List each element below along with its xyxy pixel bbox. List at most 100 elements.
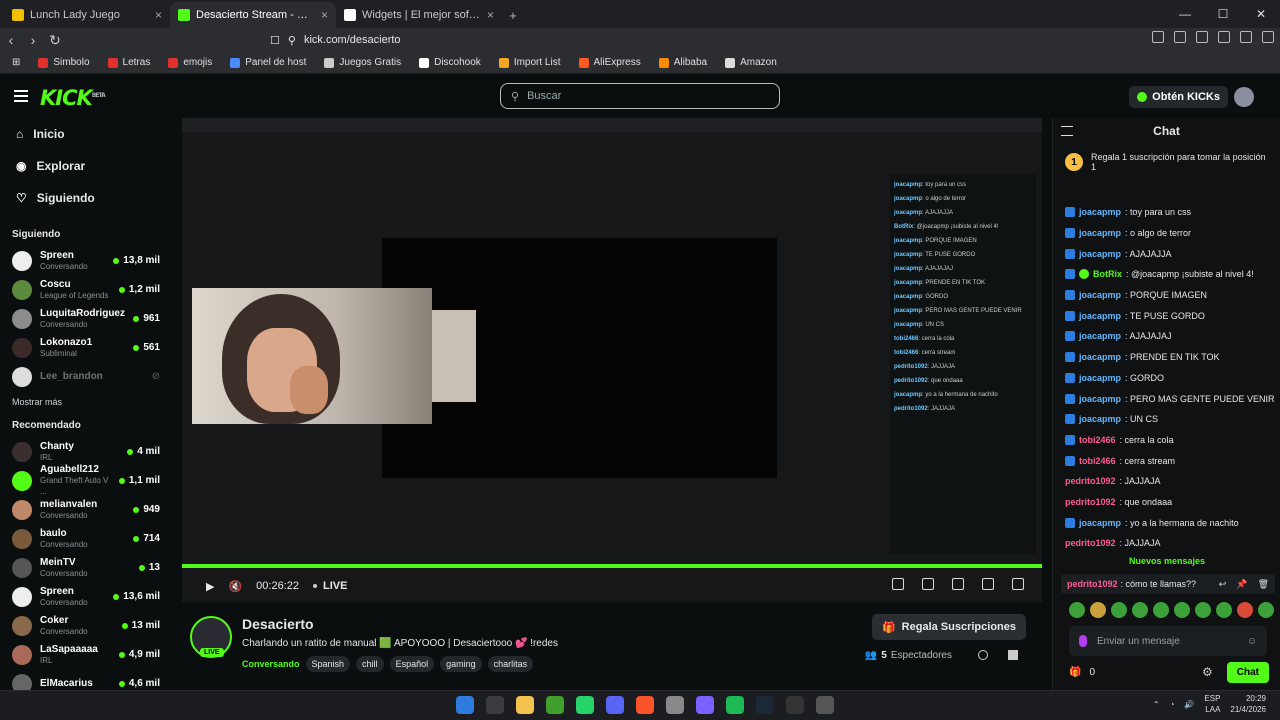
download-icon[interactable] (1196, 31, 1208, 43)
miniplayer-icon[interactable] (952, 578, 964, 590)
site-info-icon[interactable]: ⚲ (288, 34, 296, 47)
browser-tab[interactable]: Lunch Lady Juego × (4, 2, 170, 28)
emote-icon[interactable] (1258, 602, 1274, 618)
emote-icon[interactable] (1153, 602, 1169, 618)
close-window-icon[interactable]: ✕ (1242, 0, 1280, 28)
user-avatar[interactable] (1234, 87, 1254, 107)
whatsapp-icon[interactable] (576, 696, 594, 714)
extension-icon[interactable] (1152, 31, 1164, 43)
chat-message[interactable]: joacapmp: toy para un css (1065, 202, 1275, 223)
channel-item[interactable]: LuquitaRodriguez Conversando 961 (0, 304, 172, 333)
chat-message[interactable]: joacapmp: PORQUE IMAGEN (1065, 285, 1275, 306)
close-tab-icon[interactable]: × (155, 8, 162, 22)
channel-item[interactable]: LaSapaaaaa IRL 4,9 mil (0, 640, 172, 669)
get-kicks-button[interactable]: Obtén KICKs (1129, 86, 1228, 108)
emote-icon[interactable] (1216, 602, 1232, 618)
bookmark-item[interactable]: Letras (107, 57, 150, 68)
extension-icon[interactable] (1174, 31, 1186, 43)
message-user[interactable]: joacapmp (1079, 306, 1121, 326)
pin-icon[interactable]: 📌 (1236, 579, 1247, 590)
search-input[interactable]: ⚲ Buscar (500, 83, 780, 109)
wallet-icon[interactable] (1240, 31, 1252, 43)
progress-bar[interactable] (182, 564, 1042, 568)
clock[interactable]: 20:29 21/4/2026 (1230, 693, 1266, 715)
points-counter[interactable]: 🎁 0 (1069, 667, 1095, 678)
message-user[interactable]: joacapmp (1079, 389, 1121, 409)
delete-icon[interactable]: 🗑 (1258, 579, 1269, 590)
reload-icon[interactable]: ↻ (44, 32, 66, 49)
chat-message[interactable]: joacapmp: PERO MAS GENTE PUEDE VENIR (1065, 388, 1275, 409)
gift-leaderboard[interactable]: 1 Regala 1 suscripción para tomar la pos… (1053, 144, 1280, 180)
message-user[interactable]: joacapmp (1079, 368, 1121, 388)
emote-icon[interactable] (1090, 602, 1106, 618)
sidebar-icon[interactable] (1218, 31, 1230, 43)
stream-tag[interactable]: chill (356, 656, 384, 672)
streamer-name[interactable]: Desacierto (242, 616, 314, 632)
chat-message[interactable]: joacapmp: PRENDE EN TIK TOK (1065, 347, 1275, 368)
report-icon[interactable] (1008, 650, 1018, 660)
reply-icon[interactable]: ↩ (1219, 579, 1227, 590)
nav-item-inicio[interactable]: ⌂ Inicio (0, 118, 172, 150)
channel-item[interactable]: Aguabell212 Grand Theft Auto V ... 1,1 mi… (0, 464, 172, 496)
theater-icon[interactable] (922, 578, 934, 590)
message-user[interactable]: joacapmp (1079, 244, 1121, 264)
browser-tab[interactable]: Widgets | El mejor software para po × (336, 2, 502, 28)
close-tab-icon[interactable]: × (321, 8, 328, 22)
message-user[interactable]: tobi2466 (1079, 430, 1116, 450)
emote-icon[interactable] (1195, 602, 1211, 618)
kick-logo[interactable]: KICKBETA (40, 86, 106, 110)
settings-icon[interactable] (1012, 578, 1024, 590)
file-explorer-icon[interactable] (516, 696, 534, 714)
message-user[interactable]: pedrito1092 (1065, 533, 1116, 553)
message-user[interactable]: joacapmp (1079, 409, 1121, 429)
gift-subscriptions-button[interactable]: 🎁 Regala Suscripciones (871, 614, 1026, 640)
bookmark-item[interactable]: emojis (168, 57, 212, 68)
minecraft-icon[interactable] (546, 696, 564, 714)
channel-item[interactable]: Spreen Conversando 13,8 mil (0, 246, 172, 275)
chat-input[interactable]: Enviar un mensaje ☺ (1069, 626, 1267, 656)
start-icon[interactable] (456, 696, 474, 714)
mute-icon[interactable]: 🔇 (228, 580, 242, 593)
channel-item[interactable]: baulo Conversando 714 (0, 524, 172, 553)
chat-message[interactable]: pedrito1092: JAJJAJA (1065, 533, 1275, 554)
play-icon[interactable]: ▶ (206, 580, 214, 593)
bookmark-item[interactable]: Juegos Gratis (324, 57, 401, 68)
emote-icon[interactable] (1132, 602, 1148, 618)
language-indicator[interactable]: ESP LAA (1204, 693, 1220, 715)
obs-icon[interactable] (666, 696, 684, 714)
bookmark-item[interactable]: Import List (498, 57, 561, 68)
fullscreen-icon[interactable] (982, 578, 994, 590)
app-icon[interactable] (696, 696, 714, 714)
channel-item[interactable]: Lokonazo1 Subliminal 561 (0, 333, 172, 362)
message-user[interactable]: joacapmp (1079, 347, 1121, 367)
message-user[interactable]: joacapmp (1079, 202, 1121, 222)
bookmark-item[interactable]: Discohook (419, 57, 481, 68)
stream-tag[interactable]: gaming (440, 656, 482, 672)
show-more-link[interactable]: Mostrar más (0, 391, 172, 413)
stream-tag[interactable]: Español (389, 656, 435, 672)
bookmark-item[interactable]: Simbolo (38, 57, 90, 68)
clip-icon[interactable] (892, 578, 904, 590)
channel-item[interactable]: Chanty IRL 4 mil (0, 437, 172, 466)
brave-icon[interactable] (636, 696, 654, 714)
share-icon[interactable] (978, 650, 988, 660)
channel-item[interactable]: melianvalen Conversando 949 (0, 495, 172, 524)
chat-message[interactable]: joacapmp: GORDO (1065, 368, 1275, 389)
chat-message[interactable]: joacapmp: TE PUSE GORDO (1065, 305, 1275, 326)
chat-message[interactable]: tobi2466: cerra stream (1065, 450, 1275, 471)
discord-icon[interactable] (606, 696, 624, 714)
menu-icon[interactable] (1262, 31, 1274, 43)
spotify-icon[interactable] (726, 696, 744, 714)
message-user[interactable]: pedrito1092 (1065, 471, 1116, 491)
emote-icon[interactable] (1237, 602, 1253, 618)
apps-icon[interactable]: ⊞ (12, 57, 20, 68)
channel-item[interactable]: MeinTV Conversando 13 (0, 553, 172, 582)
chat-message[interactable]: joacapmp: yo a la hermana de nachito (1065, 512, 1275, 533)
channel-item[interactable]: Coker Conversando 13 mil (0, 611, 172, 640)
bookmark-item[interactable]: Amazon (725, 57, 777, 68)
wifi-icon[interactable]: ◔ (1170, 700, 1175, 709)
minimize-icon[interactable]: — (1166, 0, 1204, 28)
task-view-icon[interactable] (486, 696, 504, 714)
stream-tag[interactable]: charlitas (487, 656, 534, 672)
collapse-chat-icon[interactable] (1061, 126, 1073, 136)
